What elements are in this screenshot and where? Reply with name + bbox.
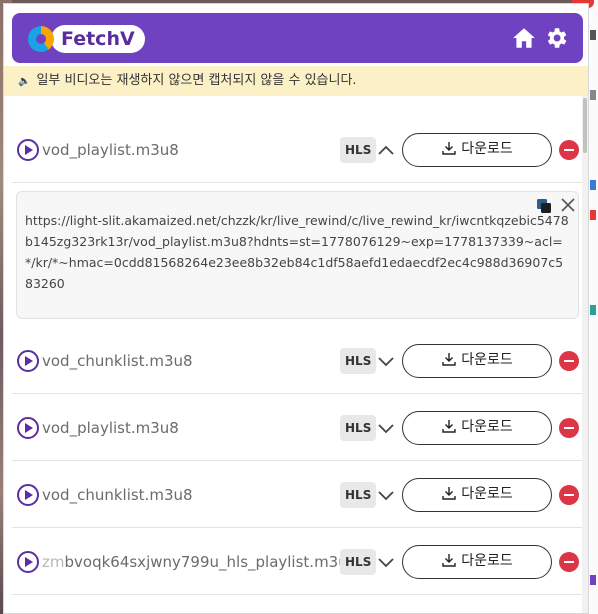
chevron-down-icon[interactable]: [376, 486, 396, 504]
file-name: vod_chunklist.m3u8: [42, 352, 193, 370]
play-icon[interactable]: [17, 350, 39, 372]
scrollbar-track[interactable]: [582, 96, 588, 613]
chevron-down-icon[interactable]: [376, 553, 396, 571]
background-mark: [590, 90, 596, 100]
download-button[interactable]: 다운로드: [402, 411, 552, 445]
list-item[interactable]: zmbvoqk64sxjwny799u_hls_playlist.m3u8 HL…: [12, 529, 582, 595]
brand-logo: FetchV: [28, 23, 145, 55]
format-badge: HLS: [340, 348, 377, 374]
background-mark: [590, 30, 596, 40]
play-icon[interactable]: [17, 484, 39, 506]
download-icon: [441, 348, 457, 366]
file-name-prefix: zm: [42, 553, 65, 571]
play-icon[interactable]: [17, 417, 39, 439]
file-name: vod_playlist.m3u8: [42, 141, 179, 159]
file-name: zmbvoqk64sxjwny799u_hls_playlist.m3u8: [42, 551, 342, 573]
download-icon: [441, 415, 457, 433]
download-icon: [441, 137, 457, 155]
list-item[interactable]: vod_chunklist.m3u8 HLS 다운로드: [12, 462, 582, 528]
url-detail-panel: https://light-slit.akamaized.net/chzzk/k…: [16, 191, 579, 319]
background-mark: [590, 180, 596, 190]
chevron-down-icon[interactable]: [376, 419, 396, 437]
popup-header: FetchV: [12, 13, 583, 63]
remove-icon[interactable]: [559, 552, 579, 572]
download-label: 다운로드: [461, 553, 513, 569]
remove-icon[interactable]: [559, 418, 579, 438]
download-label: 다운로드: [461, 419, 513, 435]
fetchv-popup: FetchV 🔈 일부 비디오는 재생하지 않으면 캡처되지 않을 수 있습니다.…: [3, 3, 589, 614]
list-item[interactable]: vod_playlist.m3u8 HLS 다운로드: [12, 117, 582, 183]
fetchv-logo-icon: [28, 26, 54, 52]
download-button[interactable]: 다운로드: [402, 545, 552, 579]
remove-icon[interactable]: [559, 351, 579, 371]
speaker-icon: 🔈: [18, 76, 31, 87]
remove-icon[interactable]: [559, 140, 579, 160]
format-badge: HLS: [340, 482, 377, 508]
background-mark: [590, 210, 596, 220]
background-mark: [590, 575, 596, 585]
download-icon: [441, 482, 457, 500]
chevron-up-icon[interactable]: [376, 141, 396, 159]
list-item[interactable]: vod_playlist.m3u8 HLS 다운로드: [12, 395, 582, 461]
play-icon[interactable]: [17, 551, 39, 573]
format-badge: HLS: [340, 549, 377, 575]
format-badge: HLS: [340, 137, 377, 163]
download-label: 다운로드: [461, 352, 513, 368]
home-icon[interactable]: [511, 25, 537, 51]
capture-notice: 🔈 일부 비디오는 재생하지 않으면 캡처되지 않을 수 있습니다.: [4, 66, 588, 96]
file-name: vod_playlist.m3u8: [42, 419, 179, 437]
download-label: 다운로드: [461, 486, 513, 502]
format-badge: HLS: [340, 415, 377, 441]
notice-text: 일부 비디오는 재생하지 않으면 캡처되지 않을 수 있습니다.: [36, 73, 357, 88]
download-button[interactable]: 다운로드: [402, 344, 552, 378]
file-name: vod_chunklist.m3u8: [42, 486, 193, 504]
media-url: https://light-slit.akamaized.net/chzzk/k…: [25, 213, 569, 291]
download-label: 다운로드: [461, 141, 513, 157]
brand-name: FetchV: [51, 25, 145, 53]
scrollbar-thumb[interactable]: [583, 98, 587, 153]
list-item[interactable]: vod_chunklist.m3u8 HLS 다운로드: [12, 328, 582, 394]
chevron-down-icon[interactable]: [376, 352, 396, 370]
gear-icon[interactable]: [543, 25, 569, 51]
play-icon[interactable]: [17, 139, 39, 161]
download-button[interactable]: 다운로드: [402, 478, 552, 512]
background-mark: [590, 305, 596, 315]
download-icon: [441, 549, 457, 567]
remove-icon[interactable]: [559, 485, 579, 505]
download-button[interactable]: 다운로드: [402, 133, 552, 167]
file-name-rest: bvoqk64sxjwny799u_hls_playlist.m3u8: [64, 553, 343, 571]
